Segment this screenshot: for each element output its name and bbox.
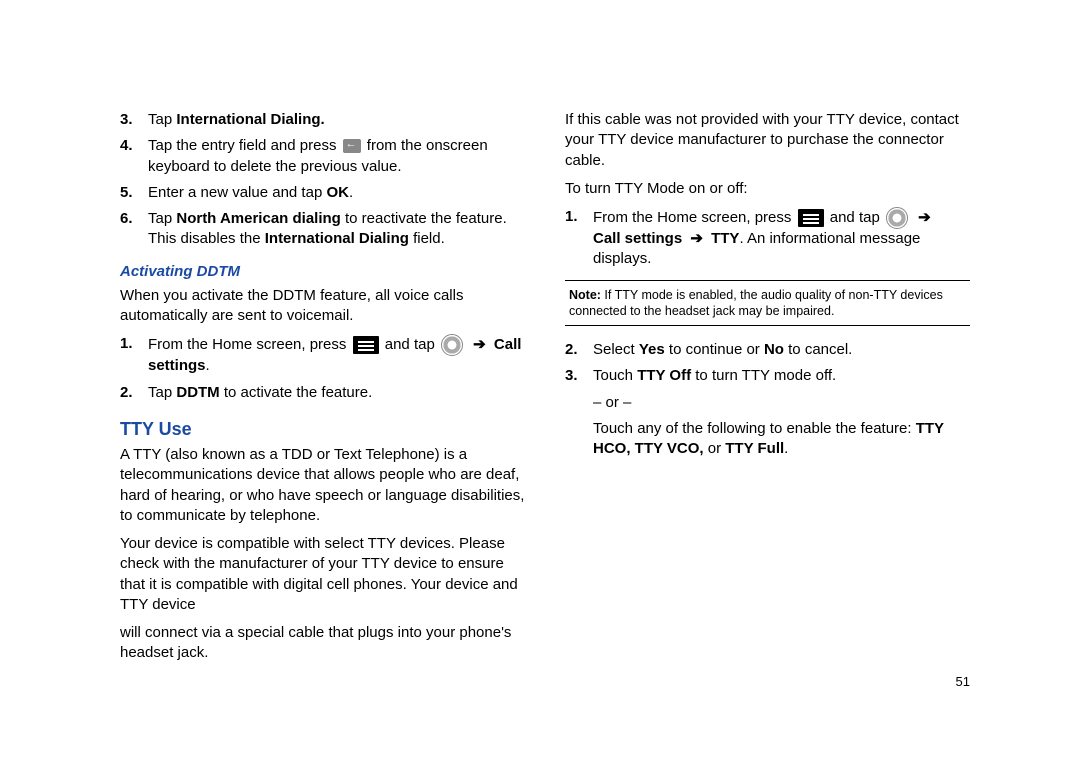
arrow-icon: ➔	[918, 209, 931, 226]
tty-enable-options: Touch any of the following to enable the…	[565, 419, 970, 460]
gear-icon	[441, 334, 463, 356]
heading-tty-use: TTY Use	[120, 417, 525, 441]
tty-cont-2: If this cable was not provided with your…	[565, 110, 970, 171]
tty-step-2: 2. Select Yes to continue or No to cance…	[565, 340, 970, 360]
ddtm-step-2: 2. Tap DDTM to activate the feature.	[120, 383, 525, 403]
tty-para-1: A TTY (also known as a TDD or Text Telep…	[120, 445, 525, 526]
tty-toturn: To turn TTY Mode on or off:	[565, 179, 970, 199]
steps-ddtm: 1. From the Home screen, press and tap ➔…	[120, 334, 525, 403]
step-5: 5. Enter a new value and tap OK.	[120, 183, 525, 203]
tty-step-1: 1. From the Home screen, press and tap ➔…	[565, 207, 970, 270]
delete-icon	[343, 139, 361, 153]
steps-tty-select: 2. Select Yes to continue or No to cance…	[565, 340, 970, 387]
menu-icon	[798, 209, 824, 227]
ddtm-step-1: 1. From the Home screen, press and tap ➔…	[120, 334, 525, 376]
tty-cont-1: will connect via a special cable that pl…	[120, 623, 525, 664]
page-number: 51	[956, 674, 970, 689]
heading-activating-ddtm: Activating DDTM	[120, 262, 525, 282]
arrow-icon: ➔	[690, 230, 703, 247]
step-3: 3. Tap International Dialing.	[120, 110, 525, 130]
tty-step-3: 3. Touch TTY Off to turn TTY mode off.	[565, 366, 970, 386]
tty-para-2: Your device is compatible with select TT…	[120, 534, 525, 615]
steps-tty-toggle: 1. From the Home screen, press and tap ➔…	[565, 207, 970, 270]
menu-icon	[353, 336, 379, 354]
gear-icon	[886, 207, 908, 229]
step-4: 4. Tap the entry field and press from th…	[120, 136, 525, 177]
arrow-icon: ➔	[473, 336, 486, 353]
manual-page: 3. Tap International Dialing. 4. Tap the…	[0, 0, 1080, 710]
steps-international: 3. Tap International Dialing. 4. Tap the…	[120, 110, 525, 250]
step-6: 6. Tap North American dialing to reactiv…	[120, 209, 525, 250]
note-box: Note: If TTY mode is enabled, the audio …	[565, 280, 970, 327]
or-separator: – or –	[593, 393, 970, 413]
ddtm-intro: When you activate the DDTM feature, all …	[120, 286, 525, 327]
